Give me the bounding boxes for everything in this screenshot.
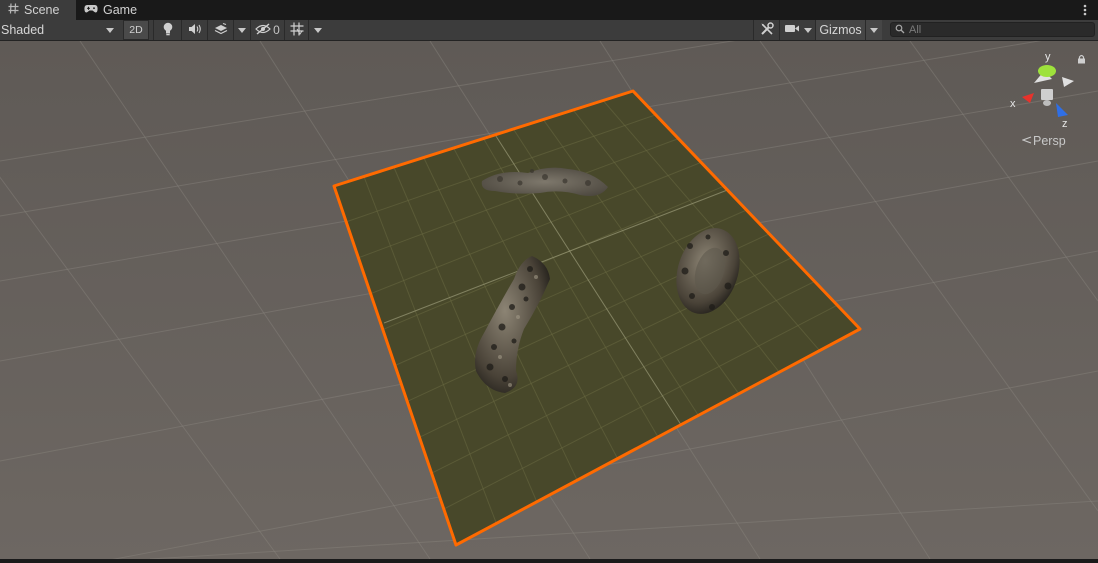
grid-dropdown-button[interactable] (308, 20, 326, 40)
speaker-icon (188, 23, 202, 38)
gamepad-icon (84, 3, 98, 17)
chevron-down-icon (106, 27, 114, 33)
chevron-down-icon (803, 27, 812, 33)
tab-game-label: Game (103, 3, 138, 17)
hash-icon (8, 3, 19, 17)
axis-z-label: z (1062, 118, 1068, 130)
projection-label: Persp (1033, 134, 1066, 148)
search-icon (895, 23, 905, 37)
scene-view-canvas: y x z (0, 41, 1098, 559)
axis-y-cone[interactable] (1038, 65, 1056, 77)
chevron-down-icon (870, 27, 878, 33)
lighting-toggle-button[interactable] (153, 20, 181, 40)
gizmo-center-cube[interactable] (1041, 89, 1053, 100)
gizmos-dropdown-button[interactable] (865, 20, 882, 40)
scene-toolbar: Shaded 2D 0 Gizmos All (0, 20, 1098, 41)
grid-icon (290, 22, 304, 39)
lock-icon[interactable] (1077, 53, 1086, 67)
effects-dropdown-button[interactable] (233, 20, 249, 40)
bottom-border (0, 559, 1098, 563)
scene-visibility-button[interactable]: 0 (250, 20, 284, 40)
toggle-2d-button[interactable]: 2D (123, 20, 149, 40)
tools-button[interactable] (753, 20, 779, 40)
gizmos-toggle-button[interactable]: Gizmos (815, 20, 865, 40)
camera-icon (784, 23, 800, 37)
effects-toggle-button[interactable] (207, 20, 233, 40)
tab-scene-label: Scene (24, 3, 60, 17)
audio-toggle-button[interactable] (181, 20, 207, 40)
axis-y-label: y (1045, 51, 1051, 63)
grid-toggle-button[interactable] (284, 20, 308, 40)
toggle-2d-label: 2D (129, 24, 143, 36)
lightbulb-icon (162, 22, 174, 39)
chevron-down-icon (313, 27, 322, 33)
shading-mode-dropdown[interactable]: Shaded (0, 20, 118, 40)
search-input[interactable] (909, 23, 1089, 36)
gizmos-label: Gizmos (819, 23, 862, 37)
projection-toggle[interactable]: Persp (1021, 134, 1066, 148)
hidden-count: 0 (273, 23, 280, 37)
tab-game[interactable]: Game (76, 0, 146, 20)
hierarchy-search[interactable] (890, 22, 1095, 37)
tab-scene[interactable]: Scene (0, 0, 76, 20)
scene-viewport[interactable]: y x z Persp (0, 41, 1098, 559)
perspective-icon (1021, 134, 1032, 148)
axis-x-label: x (1010, 98, 1016, 110)
chevron-down-icon (237, 27, 246, 33)
hidden-eye-icon (255, 22, 272, 38)
wrench-icon (760, 21, 774, 39)
more-options-icon[interactable] (1080, 1, 1090, 19)
axis-neg-y-cone[interactable] (1043, 100, 1051, 106)
editor-tab-bar: Scene Game (0, 0, 1098, 20)
shading-mode-label: Shaded (1, 23, 45, 37)
layers-icon (214, 22, 228, 38)
camera-settings-button[interactable] (779, 20, 815, 40)
